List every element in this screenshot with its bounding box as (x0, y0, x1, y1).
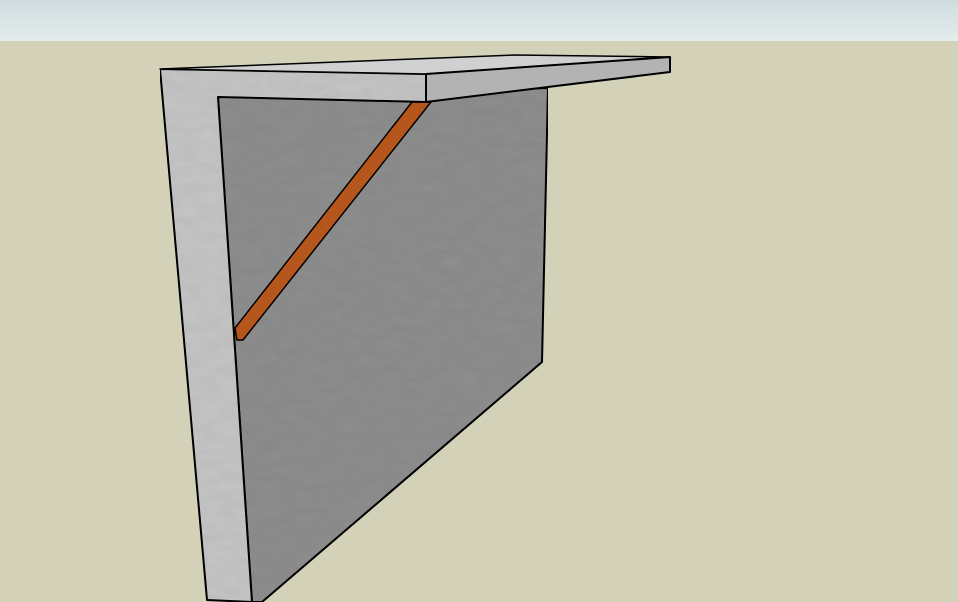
back-panel[interactable] (217, 87, 549, 602)
model-canvas[interactable] (0, 0, 958, 602)
3d-viewport[interactable] (0, 0, 958, 602)
